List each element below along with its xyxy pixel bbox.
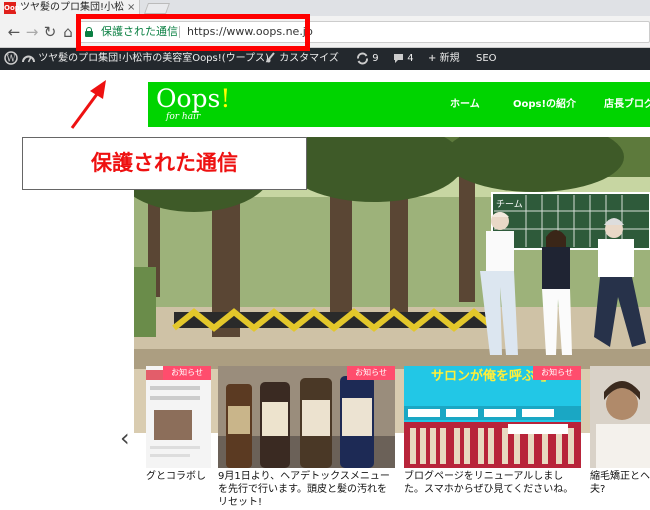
highlight-box [76,14,310,51]
annotation-arrow [70,80,106,129]
